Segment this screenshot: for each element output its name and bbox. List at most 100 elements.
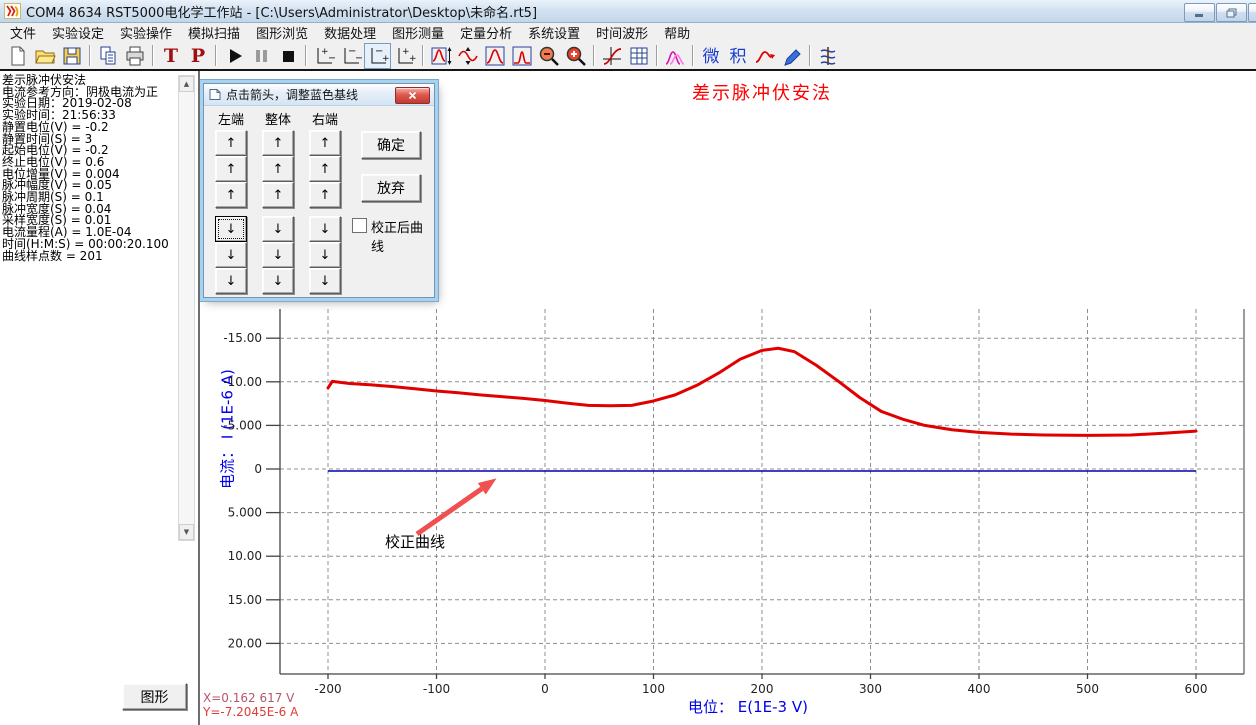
- peak-vscale-icon[interactable]: [427, 43, 454, 69]
- toolbar-separator: [656, 45, 657, 66]
- menu-item-4[interactable]: 模拟扫描: [180, 22, 248, 43]
- zoom-out-icon[interactable]: [535, 43, 562, 69]
- svg-text:300: 300: [859, 682, 882, 696]
- graph-button[interactable]: 图形: [122, 683, 187, 710]
- toolbar-separator: [152, 45, 153, 66]
- svg-text:-10.00: -10.00: [223, 375, 262, 389]
- ok-button[interactable]: 确定: [361, 131, 421, 159]
- sidebar-parameters-panel: 差示脉冲伏安法电流参考方向：阴极电流为正实验日期：2019-02-08实验时间：…: [0, 71, 200, 725]
- play-icon[interactable]: [220, 43, 247, 69]
- save-icon[interactable]: [58, 43, 85, 69]
- baseline-down-right-3[interactable]: ↓: [309, 268, 341, 294]
- svg-text:−: −: [328, 53, 335, 64]
- dialog-title: 点击箭头，调整蓝色基线: [226, 86, 358, 103]
- menu-item-6[interactable]: 数据处理: [316, 22, 384, 43]
- minimize-icon: [1194, 8, 1205, 18]
- curve-axis-icon[interactable]: [598, 43, 625, 69]
- baseline-up-left-2[interactable]: ↑: [215, 156, 247, 182]
- axis-quadrant-3-icon[interactable]: −+: [364, 43, 391, 69]
- open-folder-icon[interactable]: [31, 43, 58, 69]
- svg-text:T: T: [163, 45, 177, 67]
- baseline-down-whole-2[interactable]: ↓: [262, 242, 294, 268]
- baseline-up-left-3[interactable]: ↑: [215, 182, 247, 208]
- cursor-x-readout: X=0.162 617 V: [203, 691, 294, 705]
- curve-vcenter-icon[interactable]: [454, 43, 481, 69]
- corrected-curve-checkbox[interactable]: [352, 218, 367, 233]
- integral-icon[interactable]: 积: [724, 43, 751, 69]
- peak-window2-icon[interactable]: [508, 43, 535, 69]
- toolbar-separator: [215, 45, 216, 66]
- dialog-column-header-right: 右端: [309, 109, 341, 128]
- baseline-down-left-2[interactable]: ↓: [215, 242, 247, 268]
- svg-text:−: −: [355, 53, 362, 64]
- baseline-down-left-3[interactable]: ↓: [215, 268, 247, 294]
- svg-text:0: 0: [254, 462, 262, 476]
- toolbar-separator: [593, 45, 594, 66]
- scroll-up-button[interactable]: ▲: [179, 76, 194, 92]
- baseline-up-right-2[interactable]: ↑: [309, 156, 341, 182]
- peaks-overlay-icon[interactable]: [661, 43, 688, 69]
- dialog-close-icon: [408, 91, 417, 100]
- menu-item-3[interactable]: 实验操作: [112, 22, 180, 43]
- copy-icon[interactable]: [94, 43, 121, 69]
- baseline-down-right-1[interactable]: ↓: [309, 216, 341, 242]
- axis-quadrant-4-icon[interactable]: ++: [391, 43, 418, 69]
- axis-quadrant-2-icon[interactable]: −−: [337, 43, 364, 69]
- svg-text:积: 积: [729, 47, 746, 67]
- menu-item-7[interactable]: 图形测量: [384, 22, 452, 43]
- axis-quadrant-1-icon[interactable]: +−: [310, 43, 337, 69]
- app-window: COM4 8634 RST5000电化学工作站 - [C:\Users\Admi…: [0, 0, 1256, 724]
- scroll-down-button[interactable]: ▼: [179, 524, 194, 540]
- letter-T-icon[interactable]: T: [157, 43, 184, 69]
- pause-icon[interactable]: [247, 43, 274, 69]
- svg-text:-100: -100: [423, 682, 450, 696]
- restore-button[interactable]: [1216, 3, 1247, 22]
- dialog-close-button[interactable]: [395, 87, 430, 104]
- baseline-up-whole-3[interactable]: ↑: [262, 182, 294, 208]
- svg-text:10.00: 10.00: [228, 549, 262, 563]
- close-button[interactable]: [1248, 3, 1256, 22]
- baseline-up-left-1[interactable]: ↑: [215, 130, 247, 156]
- letter-P-icon[interactable]: P: [184, 43, 211, 69]
- svg-text:微: 微: [702, 47, 719, 67]
- baseline-down-whole-1[interactable]: ↓: [262, 216, 294, 242]
- menu-item-2[interactable]: 实验设定: [44, 22, 112, 43]
- differential-icon[interactable]: 微: [697, 43, 724, 69]
- svg-text:100: 100: [642, 682, 665, 696]
- menu-item-1[interactable]: 文件: [2, 22, 44, 43]
- app-icon: [4, 3, 21, 19]
- stop-icon[interactable]: [274, 43, 301, 69]
- baseline-down-right-2[interactable]: ↓: [309, 242, 341, 268]
- svg-text:400: 400: [968, 682, 991, 696]
- cancel-button[interactable]: 放弃: [361, 174, 421, 202]
- svg-text:-15.00: -15.00: [223, 331, 262, 345]
- baseline-up-whole-2[interactable]: ↑: [262, 156, 294, 182]
- smooth-curve-icon[interactable]: [751, 43, 778, 69]
- new-file-icon[interactable]: [4, 43, 31, 69]
- menu-item-9[interactable]: 系统设置: [520, 22, 588, 43]
- menu-item-8[interactable]: 定量分析: [452, 22, 520, 43]
- zoom-in-icon[interactable]: [562, 43, 589, 69]
- baseline-down-left-1[interactable]: ↓: [215, 216, 247, 242]
- svg-text:+: +: [382, 54, 389, 64]
- chart-area: 差示脉冲伏安法 电流： I (1E-6 A) 电位： E(1E-3 V) -15…: [200, 71, 1256, 725]
- curves-3d-icon[interactable]: [814, 43, 841, 69]
- sidebar-scrollbar[interactable]: ▲ ▼: [178, 75, 195, 541]
- svg-text:P: P: [190, 45, 204, 67]
- data-grid-icon[interactable]: [625, 43, 652, 69]
- svg-text:500: 500: [1076, 682, 1099, 696]
- svg-text:600: 600: [1185, 682, 1208, 696]
- baseline-up-right-3[interactable]: ↑: [309, 182, 341, 208]
- minimize-button[interactable]: [1184, 3, 1215, 22]
- baseline-down-whole-3[interactable]: ↓: [262, 268, 294, 294]
- menu-item-10[interactable]: 时间波形: [588, 22, 656, 43]
- toolbar-separator: [422, 45, 423, 66]
- baseline-up-right-1[interactable]: ↑: [309, 130, 341, 156]
- menu-item-5[interactable]: 图形浏览: [248, 22, 316, 43]
- annotate-icon[interactable]: [778, 43, 805, 69]
- print-icon[interactable]: [121, 43, 148, 69]
- baseline-up-whole-1[interactable]: ↑: [262, 130, 294, 156]
- peak-window-icon[interactable]: [481, 43, 508, 69]
- title-bar[interactable]: COM4 8634 RST5000电化学工作站 - [C:\Users\Admi…: [0, 0, 1256, 23]
- menu-item-11[interactable]: 帮助: [656, 22, 698, 43]
